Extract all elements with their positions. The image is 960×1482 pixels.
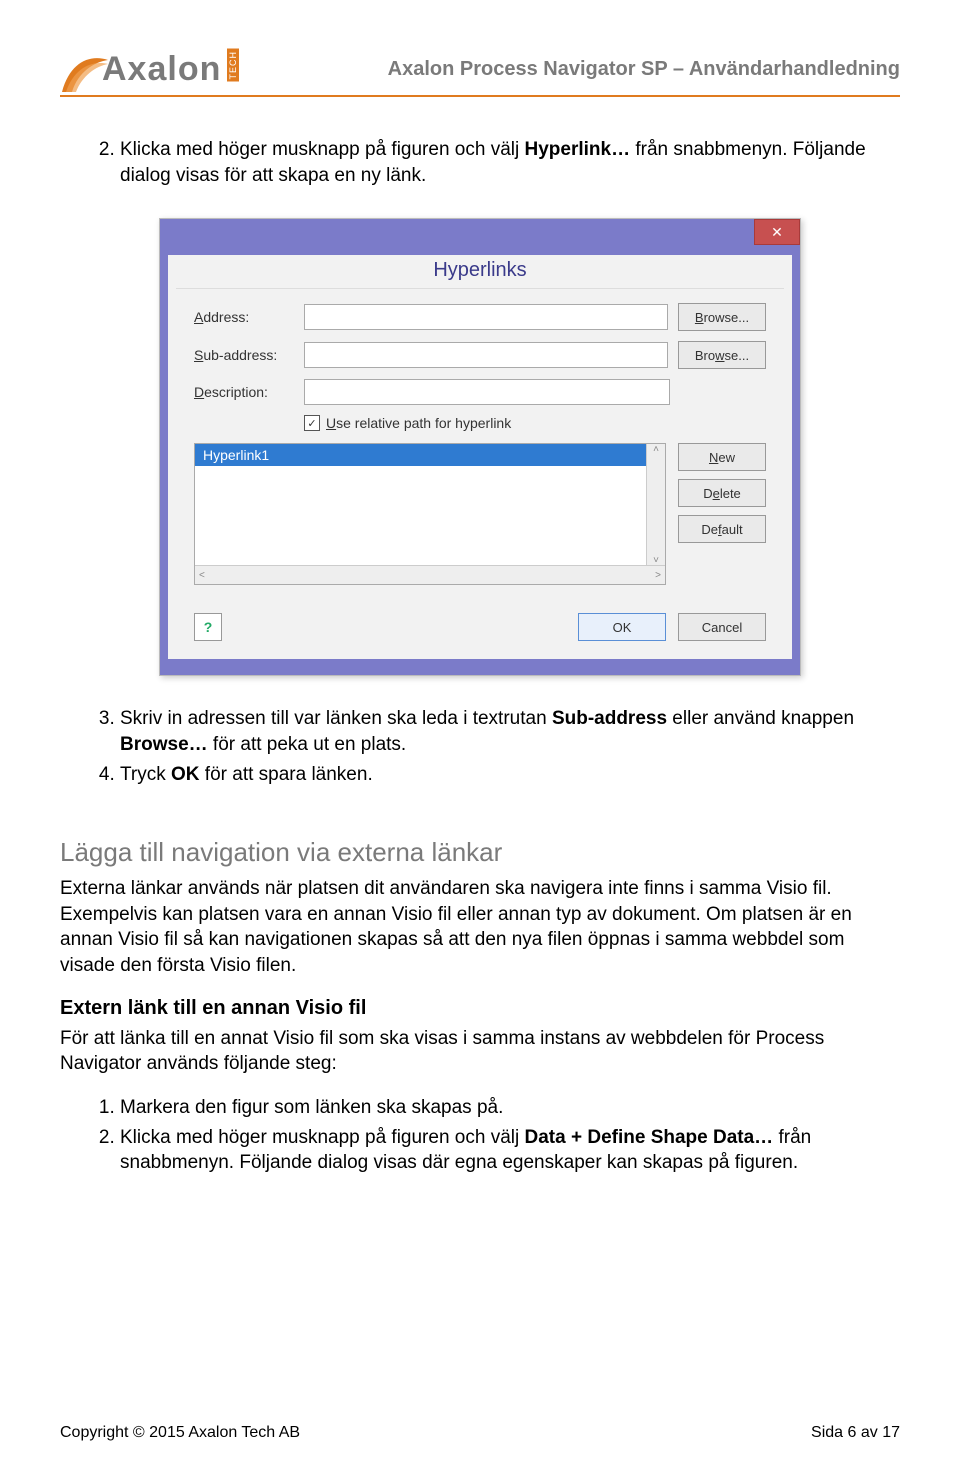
- logo-text: Axalon: [102, 50, 221, 89]
- list-text: Klicka med höger musknapp på figuren och…: [120, 1127, 525, 1148]
- relative-path-checkbox[interactable]: ✓: [304, 415, 320, 431]
- section-heading: Lägga till navigation via externa länkar: [60, 837, 900, 868]
- list-bold: Data + Define Shape Data…: [525, 1127, 774, 1148]
- instruction-list-1: Klicka med höger musknapp på figuren och…: [60, 137, 900, 188]
- list-text: Klicka med höger musknapp på figuren och…: [120, 139, 525, 160]
- address-input[interactable]: [304, 304, 668, 330]
- dialog-titlebar: ✕: [160, 219, 800, 255]
- chevron-up-icon: ˄: [653, 444, 659, 455]
- list-text: Tryck: [120, 764, 171, 785]
- list-bold: Sub-address: [552, 708, 667, 729]
- logo: Axalon TECH: [60, 50, 239, 89]
- body-paragraph: För att länka till en annat Visio fil so…: [60, 1026, 900, 1077]
- sub-heading: Extern länk till en annan Visio fil: [60, 997, 900, 1020]
- list-text: för att spara länken.: [200, 764, 373, 785]
- copyright-text: Copyright © 2015 Axalon Tech AB: [60, 1424, 300, 1442]
- relative-path-label: Use relative path for hyperlink: [326, 415, 511, 431]
- default-button[interactable]: Default: [678, 515, 766, 543]
- list-item: Tryck OK för att spara länken.: [120, 762, 900, 788]
- list-bold: OK: [171, 764, 200, 785]
- help-icon: ?: [204, 619, 213, 635]
- page-number: Sida 6 av 17: [811, 1424, 900, 1442]
- dialog-title: Hyperlinks: [168, 255, 792, 288]
- close-button[interactable]: ✕: [754, 219, 800, 245]
- scrollbar-vertical[interactable]: ˄˅: [646, 444, 665, 566]
- document-title: Axalon Process Navigator SP – Användarha…: [388, 58, 900, 81]
- help-button[interactable]: ?: [194, 613, 222, 641]
- close-icon: ✕: [771, 224, 783, 241]
- scrollbar-horizontal[interactable]: ˂˃: [195, 565, 665, 584]
- check-icon: ✓: [307, 417, 316, 430]
- list-item: Klicka med höger musknapp på figuren och…: [120, 137, 900, 188]
- body-paragraph: Externa länkar används när platsen dit a…: [60, 876, 900, 979]
- description-input[interactable]: [304, 379, 670, 405]
- list-item: Klicka med höger musknapp på figuren och…: [120, 1125, 900, 1176]
- hyperlink-listbox[interactable]: Hyperlink1 ˄˅ ˂˃: [194, 443, 666, 585]
- list-item: Markera den figur som länken ska skapas …: [120, 1095, 900, 1121]
- list-bold: Browse…: [120, 734, 208, 755]
- chevron-left-icon: ˂: [199, 570, 205, 581]
- description-label: Description:: [194, 384, 294, 400]
- instruction-list-3: Markera den figur som länken ska skapas …: [60, 1095, 900, 1176]
- dialog-figure: ✕ Hyperlinks Address: Browse... Sub-addr…: [60, 218, 900, 676]
- list-item[interactable]: Hyperlink1: [195, 444, 665, 466]
- page-footer: Copyright © 2015 Axalon Tech AB Sida 6 a…: [60, 1424, 900, 1442]
- address-label: Address:: [194, 309, 294, 325]
- list-bold: Hyperlink…: [525, 139, 631, 160]
- page-header: Axalon TECH Axalon Process Navigator SP …: [60, 50, 900, 97]
- logo-swoosh-icon: [60, 52, 96, 88]
- list-text: Skriv in adressen till var länken ska le…: [120, 708, 552, 729]
- chevron-right-icon: ˃: [655, 570, 661, 581]
- sub-address-label: Sub-address:: [194, 347, 294, 363]
- ok-button[interactable]: OK: [578, 613, 666, 641]
- browse-subaddress-button[interactable]: Browse...: [678, 341, 766, 369]
- instruction-list-2: Skriv in adressen till var länken ska le…: [60, 706, 900, 787]
- logo-tag: TECH: [227, 49, 239, 82]
- sub-address-input[interactable]: [304, 342, 668, 368]
- delete-button[interactable]: Delete: [678, 479, 766, 507]
- list-item: Skriv in adressen till var länken ska le…: [120, 706, 900, 757]
- list-text: för att peka ut en plats.: [208, 734, 407, 755]
- list-text: eller använd knappen: [667, 708, 854, 729]
- new-button[interactable]: New: [678, 443, 766, 471]
- cancel-button[interactable]: Cancel: [678, 613, 766, 641]
- browse-address-button[interactable]: Browse...: [678, 303, 766, 331]
- hyperlinks-dialog: ✕ Hyperlinks Address: Browse... Sub-addr…: [159, 218, 801, 676]
